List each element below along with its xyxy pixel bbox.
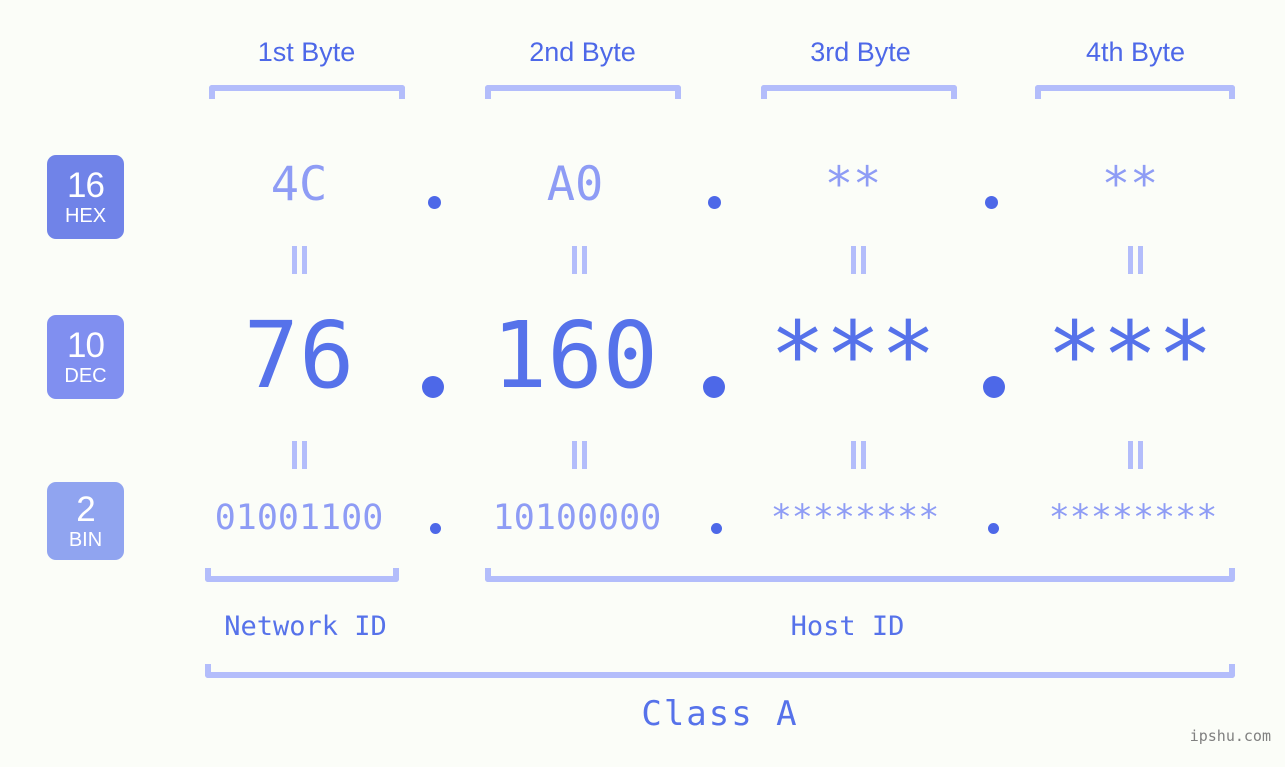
bin-separator-1: [430, 523, 441, 534]
equals-connector-dec-bin-3: [848, 441, 870, 469]
hex-separator-3: [985, 196, 998, 209]
ip-byte-breakdown-diagram: 1st Byte 2nd Byte 3rd Byte 4th Byte 16 H…: [0, 0, 1285, 767]
site-watermark: ipshu.com: [1189, 727, 1271, 745]
hex-separator-1: [428, 196, 441, 209]
bin-byte-4: ********: [1048, 498, 1218, 538]
byte-header-3: 3rd Byte: [810, 37, 911, 67]
hex-byte-1: 4C: [270, 157, 328, 212]
bin-separator-2: [711, 523, 722, 534]
byte-header-1: 1st Byte: [257, 37, 356, 67]
dec-byte-1: 76: [243, 302, 355, 409]
host-id-label: Host ID: [790, 611, 905, 642]
base-badge-hex-number: 16: [67, 165, 105, 205]
hex-byte-3: **: [824, 157, 882, 212]
base-badge-bin: 2 BIN: [47, 482, 124, 560]
base-badge-hex: 16 HEX: [47, 155, 124, 239]
hex-byte-2: A0: [546, 157, 604, 212]
hex-separator-2: [708, 196, 721, 209]
base-badge-bin-label: BIN: [68, 528, 103, 551]
byte-bracket-2: [485, 85, 681, 99]
hex-byte-4: **: [1101, 157, 1159, 212]
dec-separator-1: [422, 376, 444, 398]
bin-byte-3: ********: [770, 498, 940, 538]
host-id-bracket: [485, 568, 1235, 582]
base-badge-dec-label: DEC: [64, 364, 107, 387]
base-badge-dec: 10 DEC: [47, 315, 124, 399]
equals-connector-hex-dec-2: [569, 246, 591, 274]
equals-connector-hex-dec-4: [1125, 246, 1147, 274]
class-bracket: [205, 664, 1235, 678]
byte-header-2: 2nd Byte: [529, 37, 636, 67]
byte-bracket-4: [1035, 85, 1235, 99]
dec-byte-2: 160: [491, 302, 659, 409]
equals-connector-dec-bin-4: [1125, 441, 1147, 469]
bin-byte-2: 10100000: [492, 498, 662, 538]
dec-separator-3: [983, 376, 1005, 398]
dec-separator-2: [703, 376, 725, 398]
byte-bracket-3: [761, 85, 957, 99]
equals-connector-hex-dec-1: [289, 246, 311, 274]
base-badge-hex-label: HEX: [64, 204, 107, 227]
bin-byte-1: 01001100: [214, 498, 384, 538]
equals-connector-dec-bin-2: [569, 441, 591, 469]
base-badge-bin-number: 2: [76, 489, 95, 529]
equals-connector-hex-dec-3: [848, 246, 870, 274]
bin-separator-3: [988, 523, 999, 534]
base-badge-dec-number: 10: [67, 325, 105, 365]
dec-byte-4: ***: [1046, 302, 1214, 409]
class-label: Class A: [641, 694, 799, 734]
network-id-bracket: [205, 568, 399, 582]
dec-byte-3: ***: [769, 302, 937, 409]
equals-connector-dec-bin-1: [289, 441, 311, 469]
byte-bracket-1: [209, 85, 405, 99]
byte-header-4: 4th Byte: [1085, 37, 1186, 67]
network-id-label: Network ID: [224, 611, 387, 642]
